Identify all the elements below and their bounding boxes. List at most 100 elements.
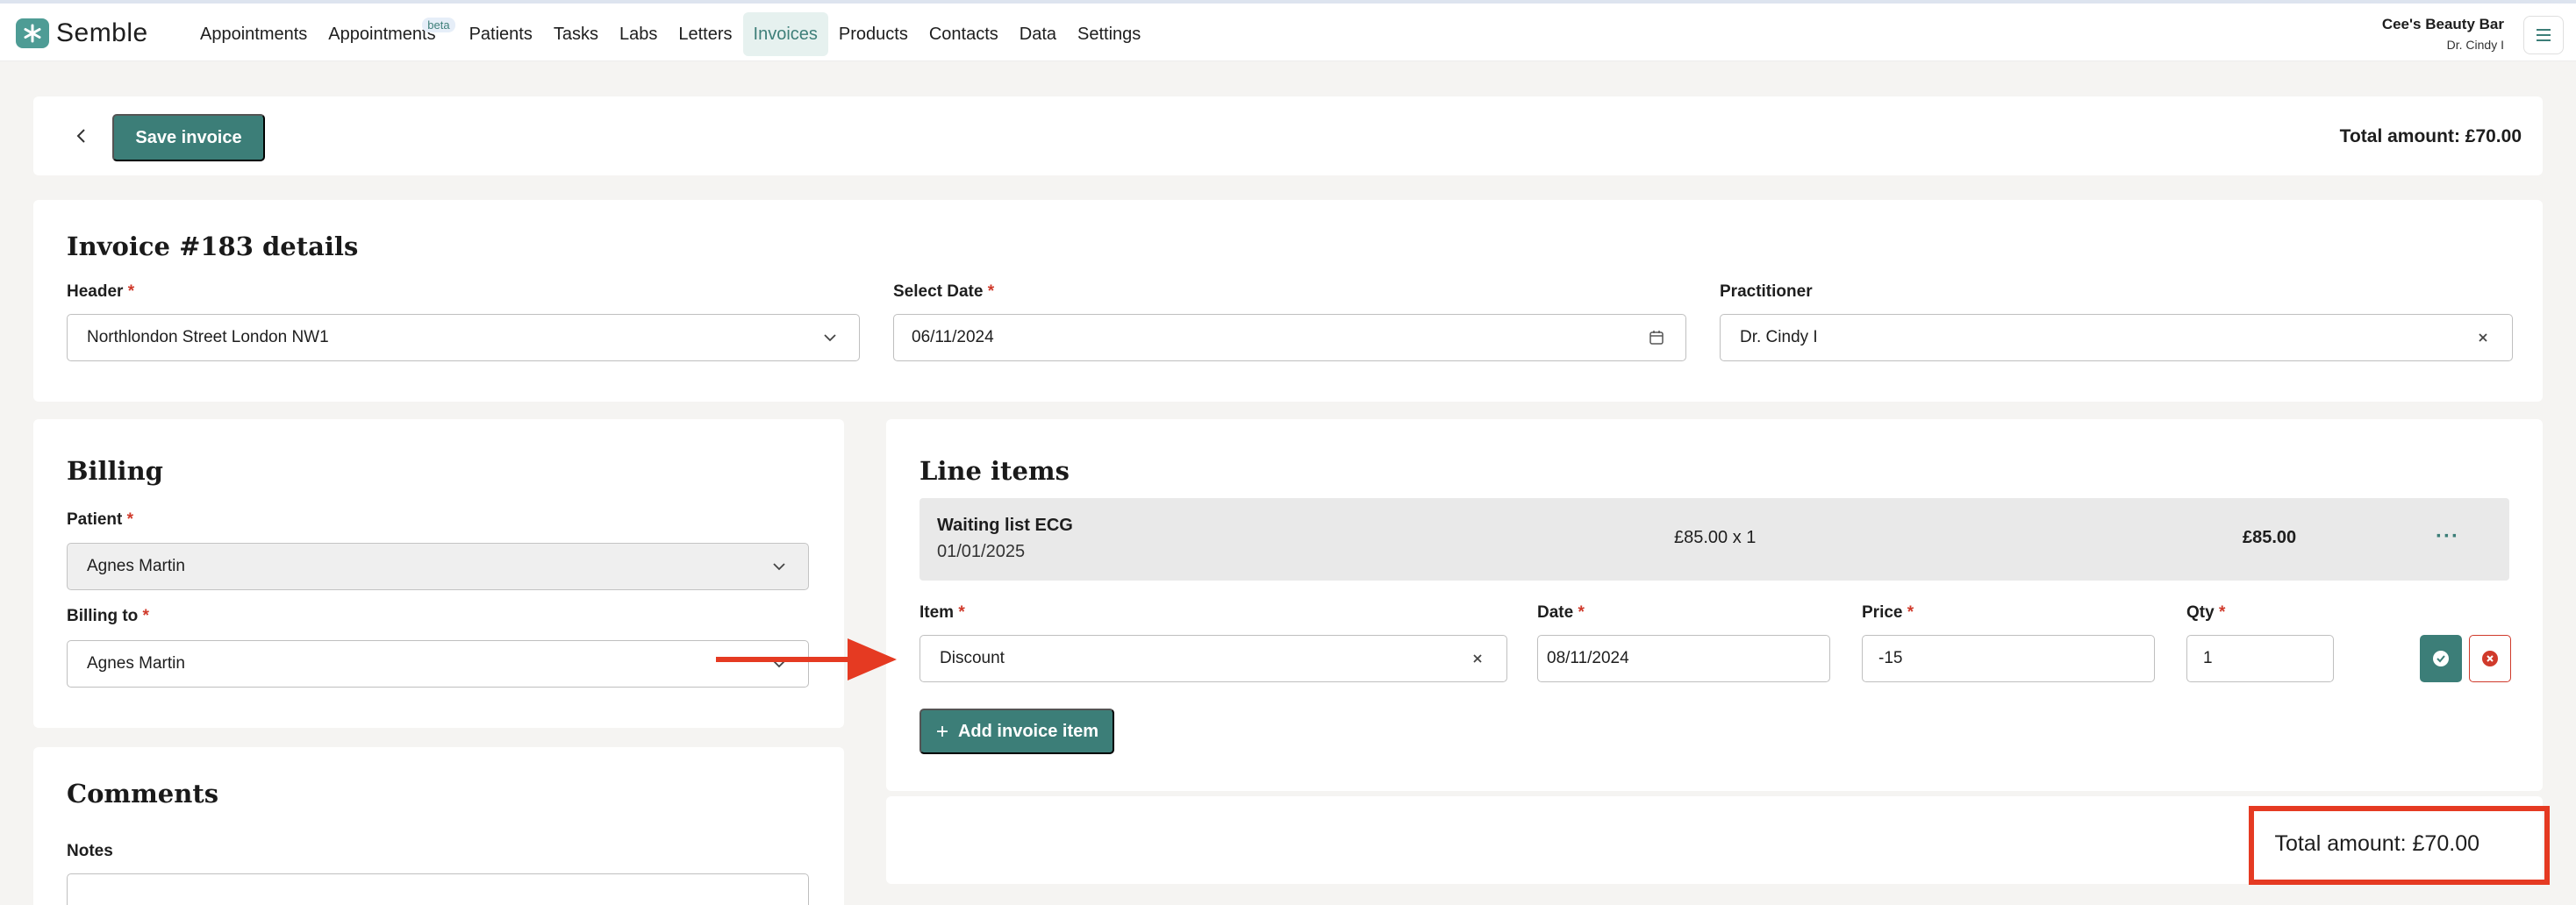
cancel-item-button[interactable] — [2469, 635, 2511, 682]
clear-icon[interactable] — [2473, 328, 2493, 347]
date-input[interactable]: 06/11/2024 — [893, 314, 1686, 361]
practitioner-value: Dr. Cindy I — [1740, 328, 1818, 346]
nav-patients[interactable]: Patients — [459, 12, 543, 56]
required-marker: * — [142, 607, 149, 625]
required-marker: * — [127, 282, 135, 301]
item-select[interactable]: Discount — [919, 635, 1507, 682]
required-marker: * — [126, 510, 134, 529]
line-item-date: 01/01/2025 — [937, 542, 1026, 561]
comments-title: Comments — [67, 779, 219, 809]
comments-card: Comments Notes — [33, 747, 844, 905]
hamburger-icon — [2537, 29, 2551, 41]
clear-icon[interactable] — [1468, 649, 1487, 668]
billing-to-label-text: Billing to — [67, 607, 139, 625]
billing-to-value: Agnes Martin — [87, 654, 185, 673]
qty-value: 1 — [2203, 649, 2213, 667]
date-value: 06/11/2024 — [912, 328, 994, 346]
line-item-row[interactable]: Waiting list ECG 01/01/2025 £85.00 x 1 £… — [919, 498, 2509, 581]
notes-label: Notes — [67, 842, 113, 860]
nav-label: Appointments — [200, 24, 308, 44]
billing-title: Billing — [67, 456, 163, 486]
add-invoice-item-button[interactable]: Add invoice item — [919, 709, 1114, 754]
notes-textarea[interactable] — [67, 873, 809, 905]
nav-label: Contacts — [928, 24, 998, 44]
required-marker: * — [958, 603, 965, 622]
nav-appointments[interactable]: Appointments — [190, 12, 318, 56]
back-button[interactable] — [65, 119, 98, 153]
date-label: Select Date * — [893, 282, 994, 302]
nav-invoices[interactable]: Invoices — [742, 12, 828, 56]
nav-settings[interactable]: Settings — [1067, 12, 1151, 56]
main-nav: Appointments Appointments beta Patients T… — [190, 12, 1151, 56]
nav-label: Data — [1019, 24, 1057, 44]
nav-contacts[interactable]: Contacts — [919, 12, 1009, 56]
page-title: Invoice #183 details — [67, 232, 359, 261]
nav-label: Appointments — [328, 24, 436, 44]
menu-button[interactable] — [2523, 16, 2564, 54]
required-marker: * — [2218, 603, 2226, 622]
item-label: Item * — [919, 603, 965, 623]
nav-products[interactable]: Products — [828, 12, 919, 56]
billing-to-label: Billing to * — [67, 607, 149, 626]
nav-label: Products — [838, 24, 908, 44]
nav-label: Patients — [469, 24, 533, 44]
nav-label: Settings — [1077, 24, 1141, 44]
billing-to-select[interactable]: Agnes Martin — [67, 640, 809, 688]
patient-value: Agnes Martin — [87, 557, 185, 575]
invoice-details-card: Invoice #183 details Header * Northlondo… — [33, 200, 2543, 402]
line-items-card: Line items Waiting list ECG 01/01/2025 £… — [886, 419, 2543, 791]
logo-wordmark: Semble — [56, 18, 148, 47]
practitioner-label: Practitioner — [1720, 282, 1813, 301]
required-marker: * — [1907, 603, 1914, 622]
nav-appointments-beta[interactable]: Appointments beta — [318, 12, 455, 56]
calendar-icon[interactable] — [1647, 328, 1666, 347]
price-input[interactable]: -15 — [1862, 635, 2155, 682]
account-info[interactable]: Cee's Beauty Bar Dr. Cindy I — [2382, 16, 2504, 52]
qty-input[interactable]: 1 — [2186, 635, 2334, 682]
top-navigation-bar: Semble Appointments Appointments beta Pat… — [0, 0, 2576, 61]
line-items-title: Line items — [919, 456, 1070, 486]
header-label: Header * — [67, 282, 134, 302]
semble-logo[interactable]: Semble — [16, 18, 148, 49]
nav-labs[interactable]: Labs — [609, 12, 668, 56]
check-circle-icon — [2433, 651, 2449, 666]
arrow-annotation-icon — [716, 638, 897, 681]
required-marker: * — [987, 282, 995, 301]
line-item-total: £85.00 — [2243, 528, 2297, 547]
line-item-price-qty: £85.00 x 1 — [1674, 528, 1757, 547]
date-label-text: Select Date — [893, 282, 984, 301]
practitioner-select[interactable]: Dr. Cindy I — [1720, 314, 2513, 361]
beta-badge: beta — [422, 18, 455, 32]
confirm-item-button[interactable] — [2420, 635, 2462, 682]
nav-label: Tasks — [553, 24, 598, 44]
header-label-text: Header — [67, 282, 124, 301]
item-label-text: Item — [919, 603, 955, 622]
save-invoice-button[interactable]: Save invoice — [112, 114, 265, 161]
header-select[interactable]: Northlondon Street London NW1 — [67, 314, 860, 361]
header-value: Northlondon Street London NW1 — [87, 328, 329, 346]
line-date-value: 08/11/2024 — [1547, 649, 1629, 667]
price-value: -15 — [1878, 649, 1903, 667]
total-highlight-annotation — [2249, 806, 2550, 885]
nav-tasks[interactable]: Tasks — [543, 12, 609, 56]
patient-select[interactable]: Agnes Martin — [67, 543, 809, 590]
total-amount-top: Total amount: £70.00 — [2339, 126, 2522, 146]
chevron-left-icon — [76, 129, 85, 143]
patient-label: Patient * — [67, 510, 133, 530]
qty-label: Qty * — [2186, 603, 2225, 623]
nav-data[interactable]: Data — [1009, 12, 1067, 56]
qty-label-text: Qty — [2186, 603, 2215, 622]
more-options-icon[interactable]: ··· — [2436, 524, 2459, 549]
semble-logo-icon — [16, 18, 49, 48]
user-name: Dr. Cindy I — [2446, 38, 2504, 52]
clinic-name: Cee's Beauty Bar — [2381, 16, 2504, 32]
nav-letters[interactable]: Letters — [668, 12, 742, 56]
required-marker: * — [1578, 603, 1585, 622]
patient-label-text: Patient — [67, 510, 123, 529]
invoice-action-bar: Save invoice Total amount: £70.00 — [33, 96, 2543, 175]
add-invoice-item-label: Add invoice item — [957, 721, 1099, 741]
nav-label: Invoices — [753, 24, 818, 44]
item-value: Discount — [940, 649, 1005, 667]
line-date-input[interactable]: 08/11/2024 — [1537, 635, 1830, 682]
nav-label: Letters — [678, 24, 733, 44]
